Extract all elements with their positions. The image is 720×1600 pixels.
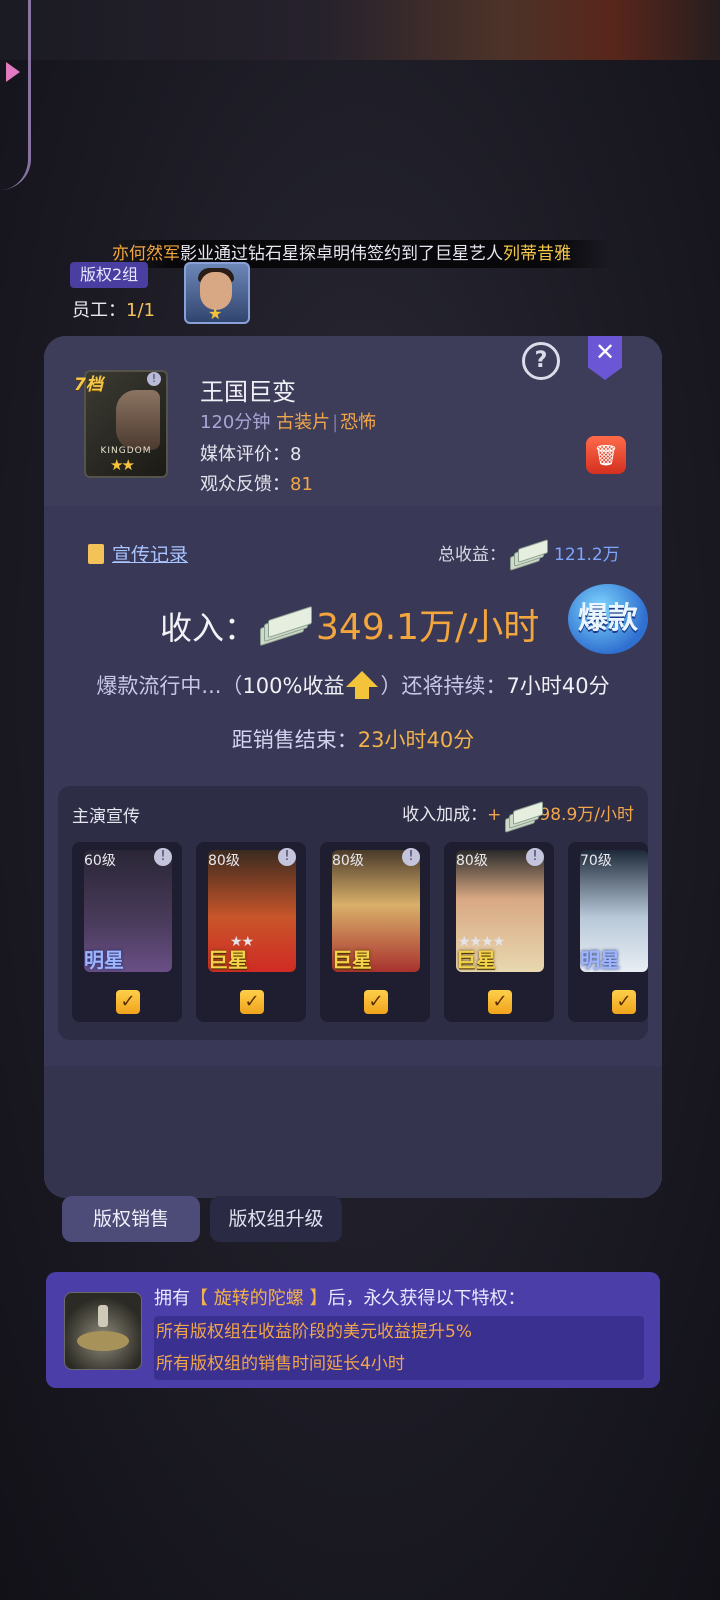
cast-rank: 明星 bbox=[84, 948, 124, 972]
cast-level: 80级 bbox=[208, 853, 240, 869]
boom-prefix: 爆款流行中...（ bbox=[96, 674, 243, 698]
cast-rank: 巨星 bbox=[208, 948, 248, 972]
boom-suffix: ）还将持续： bbox=[380, 674, 507, 698]
movie-genre-1: 古装片 bbox=[276, 412, 331, 433]
scene-background-top bbox=[0, 0, 720, 60]
cast-checkbox[interactable]: ✓ bbox=[488, 990, 512, 1014]
cast-card[interactable]: 60级 ! 明星 ✓ bbox=[72, 842, 182, 1022]
cast-card[interactable]: 80级 ! ★★ 巨星 ✓ bbox=[196, 842, 306, 1022]
help-button[interactable]: ? bbox=[522, 342, 560, 380]
cast-checkbox[interactable]: ✓ bbox=[240, 990, 264, 1014]
staff-avatar[interactable]: ★ bbox=[184, 262, 250, 324]
ticker-message: 影业通过钻石星探卓明伟签约到了巨星艺人 bbox=[180, 244, 503, 264]
perk-benefit: 所有版权组的销售时间延长4小时 bbox=[156, 1354, 405, 1374]
sale-end-value: 23小时40分 bbox=[357, 728, 475, 752]
poster-info-icon[interactable]: ! bbox=[147, 372, 161, 386]
staff-label: 员工： bbox=[72, 300, 126, 321]
perk-benefits: 所有版权组在收益阶段的美元收益提升5% 所有版权组的销售时间延长4小时 bbox=[154, 1316, 644, 1380]
total-revenue: 总收益： 121.2万 bbox=[438, 539, 620, 571]
media-rating: 媒体评价：8 bbox=[200, 440, 301, 466]
cash-icon bbox=[510, 539, 548, 571]
clipboard-icon bbox=[88, 544, 104, 564]
ticker-artist: 列蒂昔雅 bbox=[503, 244, 571, 264]
trash-icon: 🗑 bbox=[593, 443, 619, 467]
staff-value: 1/1 bbox=[126, 300, 155, 321]
cast-checkbox[interactable]: ✓ bbox=[364, 990, 388, 1014]
cast-card[interactable]: 70级 明星 ✓ bbox=[568, 842, 648, 1022]
boom-percent: 100%收益 bbox=[242, 674, 345, 698]
audience-feedback-value: 81 bbox=[290, 474, 313, 495]
cast-bonus-plus: + bbox=[487, 805, 502, 825]
promo-record-link[interactable]: 宣传记录 bbox=[88, 540, 188, 567]
total-revenue-value: 121.2万 bbox=[554, 545, 620, 565]
total-revenue-label: 总收益： bbox=[438, 545, 506, 565]
cast-bonus-value: 98.9万/小时 bbox=[539, 805, 634, 825]
staff-count: 员工：1/1 bbox=[72, 296, 155, 322]
media-rating-label: 媒体评价： bbox=[200, 444, 290, 465]
cast-info-icon[interactable]: ! bbox=[278, 848, 296, 866]
cast-title: 主演宣传 bbox=[72, 807, 140, 827]
audience-feedback-label: 观众反馈： bbox=[200, 474, 290, 495]
cast-info-icon[interactable]: ! bbox=[154, 848, 172, 866]
cast-card[interactable]: 80级 ! ★★★★ 巨星 ✓ bbox=[444, 842, 554, 1022]
cast-bonus: 收入加成：+ 98.9万/小时 bbox=[402, 800, 634, 833]
cast-level: 70级 bbox=[580, 853, 612, 869]
genre-separator: | bbox=[332, 412, 339, 433]
cash-icon bbox=[505, 801, 544, 833]
cast-level: 80级 bbox=[456, 853, 488, 869]
perk-head-suffix: 后，永久获得以下特权： bbox=[327, 1288, 526, 1309]
delete-button[interactable]: 🗑 bbox=[586, 436, 626, 474]
group-tag: 版权2组 bbox=[70, 262, 149, 288]
boom-status: 爆款流行中...（100%收益 ）还将持续：7小时40分 bbox=[44, 670, 662, 700]
tab-copyright-sales[interactable]: 版权销售 bbox=[62, 1196, 200, 1242]
audience-feedback: 观众反馈：81 bbox=[200, 470, 313, 496]
panel-footer bbox=[44, 1066, 662, 1198]
spinning-top-icon bbox=[64, 1292, 142, 1370]
boom-remaining: 7小时40分 bbox=[506, 674, 610, 698]
side-menu-arrow-icon[interactable] bbox=[6, 62, 20, 82]
up-arrow-icon bbox=[346, 671, 379, 699]
perk-item-name: 【 旋转的陀螺 】 bbox=[190, 1288, 328, 1309]
poster-title: KINGDOM bbox=[100, 446, 152, 456]
perk-head-prefix: 拥有 bbox=[154, 1288, 190, 1309]
movie-tier-badge: 7档 bbox=[74, 375, 103, 395]
cast-checkbox[interactable]: ✓ bbox=[612, 990, 636, 1014]
cast-rank: 巨星 bbox=[332, 948, 372, 972]
perk-banner[interactable]: 拥有【 旋转的陀螺 】后，永久获得以下特权： 所有版权组在收益阶段的美元收益提升… bbox=[46, 1272, 660, 1388]
perk-header: 拥有【 旋转的陀螺 】后，永久获得以下特权： bbox=[154, 1284, 525, 1310]
promo-record-label: 宣传记录 bbox=[112, 544, 189, 566]
poster-face bbox=[116, 390, 160, 450]
cast-info-icon[interactable]: ! bbox=[402, 848, 420, 866]
movie-title: 王国巨变 bbox=[200, 378, 296, 406]
poster-stars: ★★ bbox=[110, 456, 135, 474]
income-rate: 收入： 349.1万/小时 bbox=[160, 598, 539, 650]
sale-end-label: 距销售结束： bbox=[231, 728, 358, 752]
income-label: 收入： bbox=[160, 609, 257, 647]
cast-info-icon[interactable]: ! bbox=[526, 848, 544, 866]
media-rating-value: 8 bbox=[290, 444, 302, 465]
side-menu-edge[interactable] bbox=[0, 0, 31, 190]
star-icon: ★ bbox=[208, 304, 223, 323]
cast-level: 60级 bbox=[84, 853, 116, 869]
movie-meta: 120分钟 古装片 | 恐怖 bbox=[200, 408, 376, 434]
ticker-studio: 亦何然军 bbox=[112, 244, 180, 264]
movie-panel: KINGDOM ★★ 7档 ! 王国巨变 120分钟 古装片 | 恐怖 媒体评价：8… bbox=[44, 336, 662, 1198]
cast-level: 80级 bbox=[332, 853, 364, 869]
perk-benefit: 所有版权组在收益阶段的美元收益提升5% bbox=[156, 1322, 472, 1342]
hit-badge: 爆款 bbox=[568, 584, 648, 654]
sale-end-countdown: 距销售结束：23小时40分 bbox=[44, 724, 662, 754]
cast-rank: 巨星 bbox=[456, 948, 496, 972]
income-value: 349.1万/小时 bbox=[316, 607, 540, 648]
movie-duration: 120分钟 bbox=[200, 412, 271, 433]
cast-bonus-label: 收入加成： bbox=[402, 805, 488, 825]
cast-promo-box: 主演宣传 收入加成：+ 98.9万/小时 60级 ! 明星 ✓ 80级 ! ★★ … bbox=[58, 786, 648, 1040]
cast-checkbox[interactable]: ✓ bbox=[116, 990, 140, 1014]
tab-group-upgrade[interactable]: 版权组升级 bbox=[210, 1196, 342, 1242]
cast-card[interactable]: 80级 ! 巨星 ✓ bbox=[320, 842, 430, 1022]
cast-rank: 明星 bbox=[580, 948, 620, 972]
movie-genre-2: 恐怖 bbox=[340, 412, 377, 433]
cash-icon bbox=[260, 605, 313, 647]
